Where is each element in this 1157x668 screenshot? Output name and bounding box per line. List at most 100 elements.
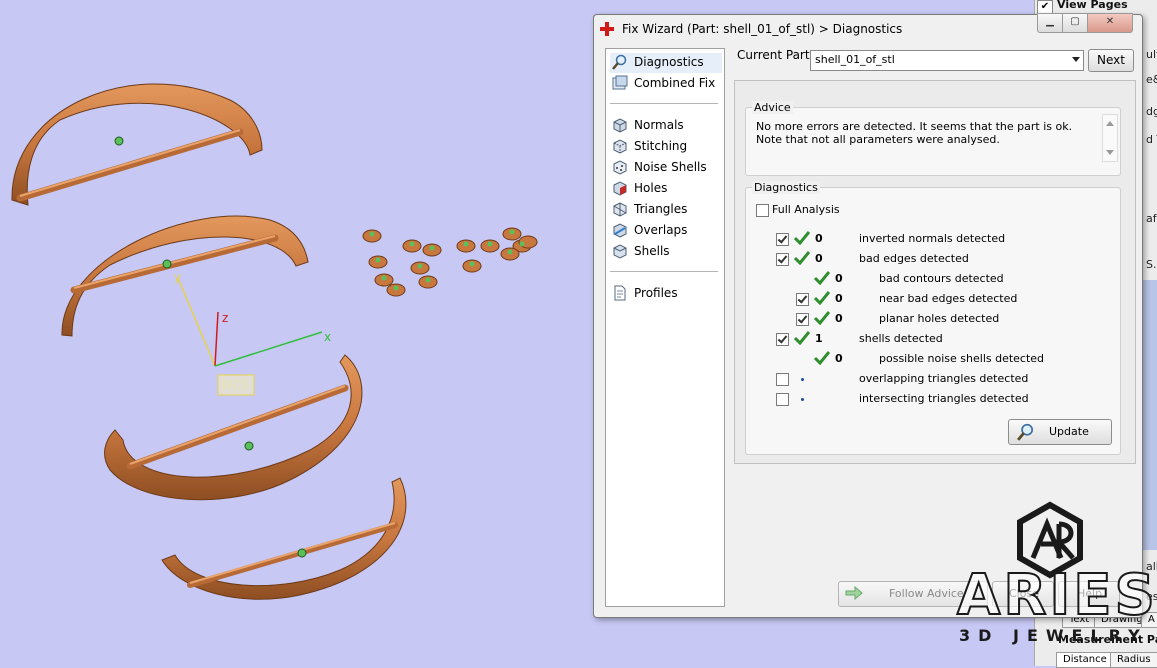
inverted-normals-count: 0 [815,232,823,245]
advice-scrollbar[interactable] [1102,114,1118,162]
scroll-up-icon[interactable] [1106,121,1114,126]
advice-title: Advice [752,101,793,114]
cube-icon [613,118,627,133]
check-icon [794,231,810,245]
inverted-normals-checkbox[interactable] [776,233,789,246]
nav-label: Overlaps [634,223,688,237]
magnifier-icon [612,54,627,70]
noise-shells-label: possible noise shells detected [879,352,1045,365]
red-cross-icon [600,22,614,36]
nav-diagnostics[interactable]: Diagnostics [610,53,722,73]
nav-overlaps[interactable]: Overlaps [610,221,722,241]
nav-label: Holes [634,181,668,195]
small-parts[interactable] [362,227,538,297]
check-icon [814,351,830,365]
check-icon [814,291,830,305]
diagnostics-title: Diagnostics [752,181,820,194]
panel-fragment: e&V [1146,73,1157,86]
aries-wordmark: ARIES [956,563,1157,628]
full-analysis-label: Full Analysis [772,203,840,216]
next-button[interactable]: Next [1088,49,1134,72]
update-label: Update [1049,425,1089,438]
update-button[interactable]: Update [1008,419,1112,445]
near-bad-edges-count: 0 [835,292,843,305]
maximize-button[interactable]: ▢ [1062,13,1088,33]
triangles-icon [613,202,627,217]
planar-holes-label: planar holes detected [879,312,1000,325]
advice-group: Advice No more errors are detected. It s… [745,101,1121,176]
nav-noise-shells[interactable]: Noise Shells [610,158,722,178]
shells-count: 1 [815,332,823,345]
shells-checkbox[interactable] [776,333,789,346]
arrow-right-icon [845,586,863,600]
nav-shells[interactable]: Shells [610,242,722,262]
nav-profiles[interactable]: Profiles [610,284,722,304]
wizard-nav: Diagnostics Combined Fix Normals Stitchi… [605,48,725,607]
near-bad-edges-label: near bad edges detected [879,292,1018,305]
nav-stitching[interactable]: Stitching [610,137,722,157]
nav-label: Combined Fix [634,76,716,90]
nav-label: Diagnostics [634,55,704,69]
axis-gizmo [177,277,323,396]
overlapping-checkbox[interactable] [776,373,789,386]
current-part-select[interactable]: shell_01_of_stl [810,50,1084,71]
view-pages-title: View Pages [1057,0,1128,11]
noise-shells-count: 0 [835,352,843,365]
check-icon [814,311,830,325]
planar-holes-checkbox[interactable] [796,313,809,326]
intersecting-checkbox[interactable] [776,393,789,406]
nav-holes[interactable]: Holes [610,179,722,199]
bad-edges-label: bad edges detected [859,252,969,265]
nav-label: Shells [634,244,670,258]
axis-x-label: x [324,330,332,344]
noise-shells-icon [613,160,627,175]
panel-fragment: ult [1146,48,1157,61]
nav-label: Profiles [634,286,678,300]
panel-fragment: d T [1146,133,1157,146]
ring-half-2[interactable] [61,215,309,337]
advice-text: No more errors are detected. It seems th… [756,120,1073,146]
pending-dot-icon [801,398,804,401]
bad-edges-checkbox[interactable] [776,253,789,266]
aries-subtitle: 3D JEWELRY [959,626,1148,645]
panel-checkbox[interactable]: ✔ [1037,0,1053,14]
document-icon [614,285,626,301]
nav-label: Normals [634,118,684,132]
axis-y-label: y [174,270,182,284]
nav-triangles[interactable]: Triangles [610,200,722,220]
scroll-down-icon[interactable] [1106,150,1114,155]
nav-combined-fix[interactable]: Combined Fix [610,74,722,94]
pending-dot-icon [801,378,804,381]
shells-label: shells detected [859,332,943,345]
combined-fix-icon [612,75,628,90]
diagnostics-group: Diagnostics Full Analysis 0 inverted nor… [745,181,1121,455]
minimize-button[interactable]: ▁ [1037,13,1063,33]
follow-advice-label: Follow Advice [889,587,964,600]
current-part-value: shell_01_of_stl [815,53,895,66]
scene-canvas [11,83,538,600]
nav-normals[interactable]: Normals [610,116,722,136]
window-title: Fix Wizard (Part: shell_01_of_stl) > Dia… [622,22,903,36]
panel-fragment: dg [1146,105,1157,118]
check-icon [794,251,810,265]
panel-fragment: S. [1146,258,1157,271]
full-analysis-checkbox[interactable] [756,204,769,217]
current-part-label: Current Part: [737,48,814,62]
close-window-button[interactable]: ✕ [1087,13,1133,33]
panel-fragment: afo [1146,212,1157,225]
shells-icon [613,244,627,259]
holes-icon [613,181,627,196]
check-icon [794,331,810,345]
diagnostics-panel: Advice No more errors are detected. It s… [734,80,1136,464]
bad-contours-count: 0 [835,272,843,285]
overlaps-icon [613,223,627,238]
nav-label: Triangles [634,202,688,216]
near-bad-edges-checkbox[interactable] [796,293,809,306]
axis-z-label: z [222,311,229,325]
title-bar[interactable]: Fix Wizard (Part: shell_01_of_stl) > Dia… [594,13,1142,43]
aries-logo: ARIES 3D JEWELRY [955,500,1156,650]
planar-holes-count: 0 [835,312,843,325]
intersecting-label: intersecting triangles detected [859,392,1029,405]
ring-half-1[interactable] [11,83,263,206]
nav-divider [610,271,718,272]
